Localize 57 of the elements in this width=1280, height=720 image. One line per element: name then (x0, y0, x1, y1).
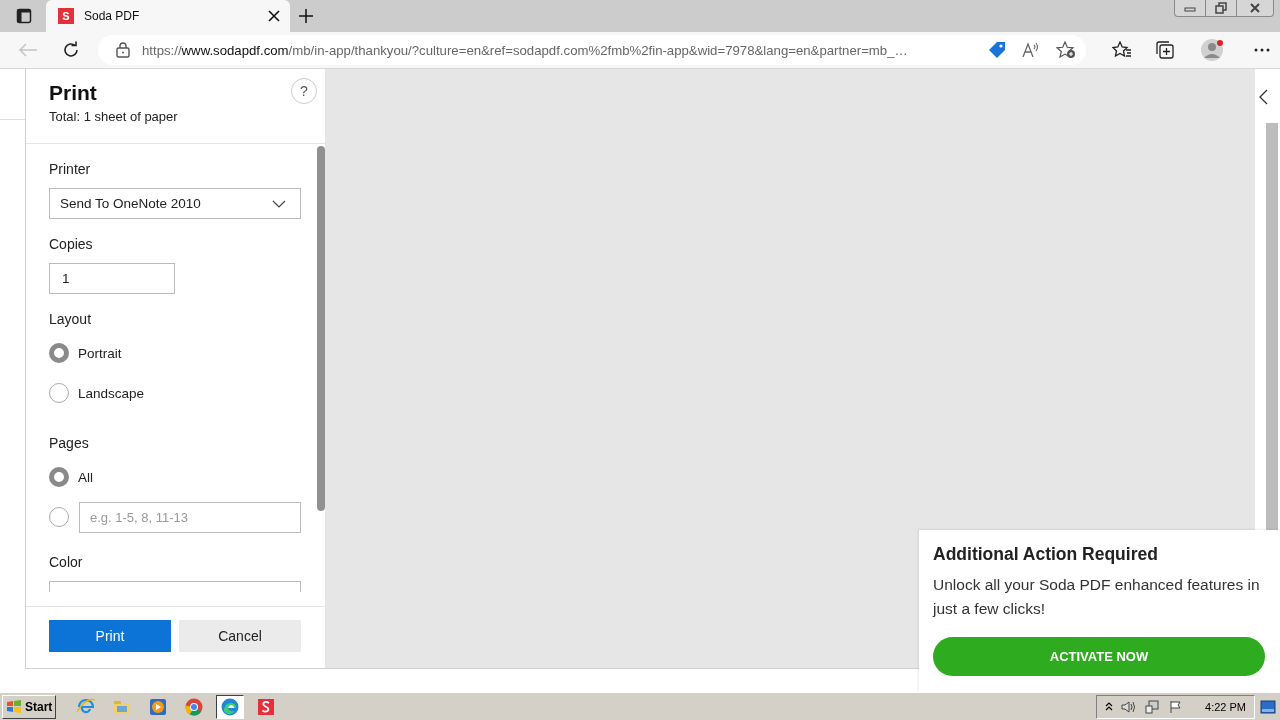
browser-icon (184, 696, 205, 717)
url-text: https://www.sodapdf.com/mb/in-app/thankyou/?culture=en&ref=sodapdf.com%2fmb%2fin-app&wid=7978&lang=en&partner=mb_… (142, 42, 909, 58)
favorites-icon[interactable] (1112, 41, 1132, 59)
windows-logo-icon (6, 698, 22, 715)
favicon: S (58, 8, 74, 24)
radio-button[interactable] (49, 343, 69, 363)
new-tab-icon[interactable] (298, 8, 314, 24)
minimize-icon (1184, 4, 1196, 12)
network-icon[interactable] (1145, 699, 1162, 714)
section-label: Printer (49, 161, 92, 177)
collections-icon[interactable] (1156, 41, 1174, 59)
dialog-title: Print (49, 81, 97, 105)
option-label: Landscape (78, 385, 145, 401)
address-field[interactable]: https://www.sodapdf.com/mb/in-app/thankyou/?culture=en&ref=sodapdf.com%2fmb%2fin-app&wid=7978&lang=en&partner=mb_… (98, 35, 1086, 65)
flag-icon[interactable] (1169, 699, 1184, 714)
media-player-icon (148, 696, 169, 717)
section-label: Pages (49, 435, 90, 451)
print-button[interactable]: Print (49, 620, 171, 652)
clock: 4:22 PM (1205, 700, 1246, 713)
add-favorite-icon[interactable] (1056, 41, 1076, 59)
toast-title: Additional Action Required (933, 544, 1159, 565)
more-icon[interactable] (1254, 48, 1270, 52)
close-icon (1249, 3, 1261, 13)
close-icon[interactable] (268, 10, 280, 22)
copies-field[interactable]: 1 (49, 263, 175, 294)
taskbar-button[interactable] (216, 694, 245, 719)
start-button[interactable]: Start (2, 694, 57, 719)
scrollbar[interactable] (1266, 123, 1278, 531)
reload-icon[interactable] (62, 41, 80, 59)
sheet-count: Total: 1 sheet of paper (49, 109, 178, 124)
tab-title: Soda PDF (84, 9, 141, 23)
option-label: All (78, 469, 93, 485)
app-icon (256, 696, 277, 717)
profile-avatar[interactable] (1200, 38, 1224, 62)
radio-button[interactable] (49, 467, 69, 487)
chevron-up-icon[interactable] (1105, 701, 1114, 712)
section-label: Color (49, 554, 84, 570)
scrollbar[interactable] (317, 146, 325, 511)
chevron-down-icon (272, 199, 286, 208)
tag-icon[interactable] (988, 41, 1006, 59)
option-label: Portrait (78, 345, 122, 361)
toast-message: Unlock all your Soda PDF enhanced features in just a few clicks! (933, 575, 1261, 619)
read-aloud-icon[interactable] (1022, 41, 1040, 59)
printer-dropdown[interactable]: Send To OneNote 2010 (49, 188, 301, 219)
browser-icon (220, 696, 241, 717)
chevron-icon[interactable] (1258, 89, 1268, 105)
sidebar-icon[interactable] (16, 8, 32, 24)
restore-icon (1215, 2, 1227, 14)
section-label: Copies (49, 236, 94, 252)
cancel-button[interactable]: Cancel (179, 620, 301, 652)
section-label: Layout (49, 311, 93, 327)
speaker-icon[interactable] (1121, 699, 1138, 714)
show-desktop-icon[interactable] (1260, 699, 1276, 714)
color-dropdown[interactable] (49, 581, 301, 592)
browser-tab[interactable]: S Soda PDF (46, 0, 290, 32)
lock-icon (116, 42, 130, 58)
page-range-field[interactable]: e.g. 1-5, 8, 11-13 (79, 501, 301, 533)
